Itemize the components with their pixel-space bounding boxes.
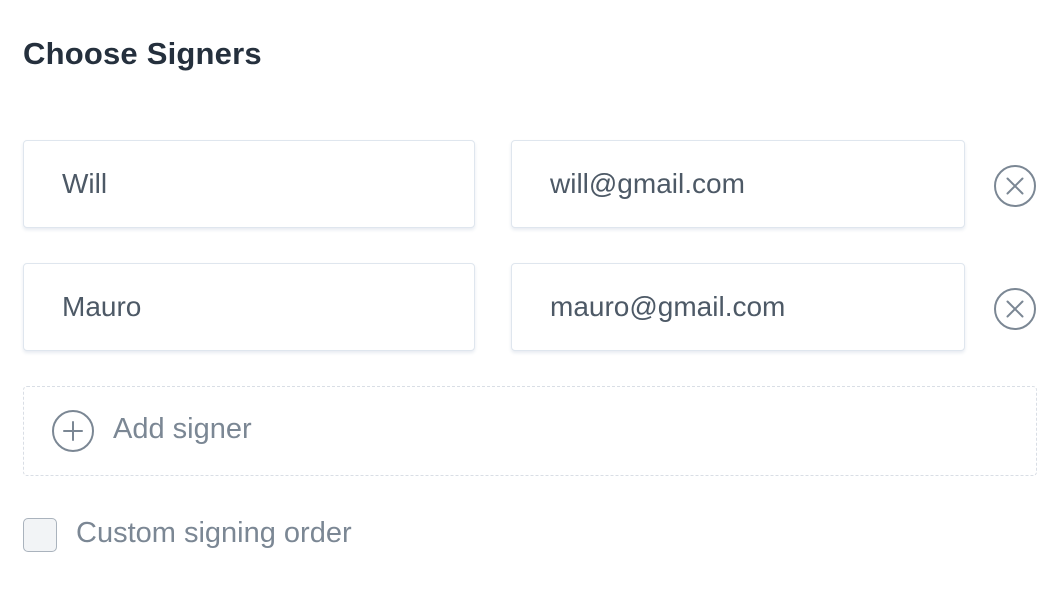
signer-name-input[interactable] <box>23 140 475 228</box>
remove-signer-icon[interactable] <box>993 287 1037 331</box>
add-signer-button[interactable]: Add signer <box>23 386 1037 476</box>
page-title: Choose Signers <box>23 36 262 71</box>
signer-email-input[interactable] <box>511 263 965 351</box>
add-signer-label: Add signer <box>113 413 252 445</box>
circle-plus-icon <box>52 410 94 452</box>
choose-signers-panel: Choose Signers Add signer Custom signing… <box>0 0 1055 599</box>
custom-signing-order-label: Custom signing order <box>76 517 352 549</box>
remove-signer-icon[interactable] <box>993 164 1037 208</box>
signer-row <box>23 140 1043 230</box>
signer-email-input[interactable] <box>511 140 965 228</box>
signer-row <box>23 263 1043 353</box>
custom-signing-order-checkbox[interactable] <box>23 518 57 552</box>
signer-name-input[interactable] <box>23 263 475 351</box>
